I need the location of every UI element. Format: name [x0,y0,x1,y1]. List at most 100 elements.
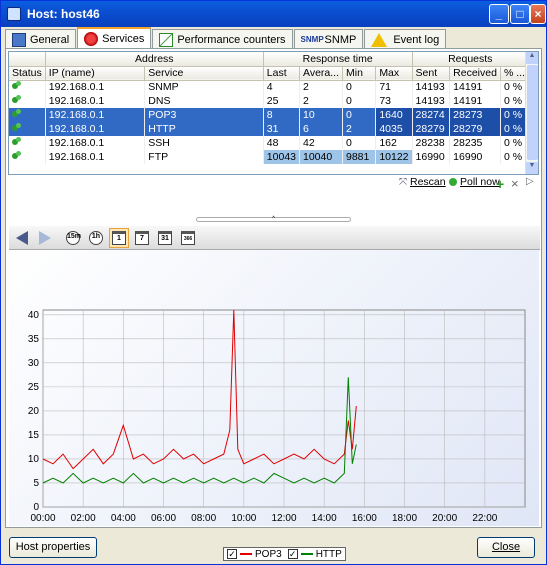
close-button[interactable]: Close [477,537,535,558]
legend-http-label: HTTP [315,548,342,560]
table-row[interactable]: 192.168.0.1 SNMP 4 2 0 71 14193 14191 0 … [9,80,530,94]
min-cell: 0 [342,136,377,150]
rescan-label: Rescan [410,176,446,188]
chart-legend: ✓ POP3 ✓ HTTP [223,547,346,561]
table-row-selected[interactable]: 192.168.0.1 POP3 8 10 0 1640 28274 28273… [9,108,530,122]
min-cell: 0 [342,80,377,94]
column-header-received[interactable]: Received [449,66,501,81]
tab-label: General [30,33,70,46]
poll-icon [449,178,457,186]
tab-general[interactable]: General [5,29,77,49]
table-row[interactable]: 192.168.0.1 FTP 10043 10040 9881 10122 1… [9,150,530,164]
forward-arrow-icon[interactable] [35,228,55,248]
add-icon[interactable]: + [496,176,504,192]
tab-label: Event log [393,33,440,46]
range-15m-button[interactable]: 15m [63,228,83,248]
tab-label: Performance counters [177,33,286,46]
x-tick-label: 16:00 [352,513,377,524]
grid-vertical-scrollbar[interactable]: ▲ ▼ [525,52,538,174]
edit-icon[interactable]: ▷ [526,176,534,187]
received-cell: 28273 [449,108,501,122]
sent-cell: 28238 [412,136,451,150]
group-header-requests[interactable]: Requests [412,52,530,67]
column-header-sent[interactable]: Sent [412,66,451,81]
column-header-average[interactable]: Avera... [299,66,343,81]
scroll-up-arrow-icon[interactable]: ▲ [526,52,538,64]
column-header-ip[interactable]: IP (name) [45,66,146,81]
rescan-icon: ⤧ [399,176,407,188]
x-tick-label: 02:00 [71,513,96,524]
tab-event-log[interactable]: Event log [364,29,447,49]
table-row[interactable]: 192.168.0.1 DNS 25 2 0 73 14193 14191 0 … [9,94,530,108]
group-header-address[interactable]: Address [45,52,264,67]
tab-snmp[interactable]: SNMP SNMP [293,29,364,49]
panel-splitter[interactable]: ^ [196,216,351,222]
x-tick-label: 12:00 [271,513,296,524]
table-row[interactable]: 192.168.0.1 SSH 48 42 0 162 28238 28235 … [9,136,530,150]
range-366day-button[interactable]: 366 [178,228,198,248]
column-header-service[interactable]: Service [144,66,264,81]
avg-cell: 42 [299,136,343,150]
received-cell: 14191 [449,80,501,94]
x-tick-label: 08:00 [191,513,216,524]
column-header-max[interactable]: Max [375,66,413,81]
response-time-chart[interactable]: 0 5 10 15 20 25 30 35 40 00:00 02:00 04:00 06:00 08:0… [9,250,539,561]
series-line-http [42,377,357,484]
x-tick-label: 20:00 [432,513,457,524]
minimize-button[interactable]: _ [489,4,509,24]
calendar-7-icon: 7 [135,230,149,245]
y-tick-label: 15 [28,430,40,441]
tab-label: SNMP [324,33,357,46]
column-header-min[interactable]: Min [342,66,377,81]
x-tick-label: 10:00 [231,513,256,524]
sent-cell: 28279 [412,122,451,136]
gears-icon [84,32,99,46]
tab-performance-counters[interactable]: Performance counters [152,29,293,49]
avg-cell: 2 [299,80,343,94]
ip-cell: 192.168.0.1 [45,122,146,136]
scroll-thumb[interactable] [527,65,538,160]
range-7day-button[interactable]: 7 [132,228,152,248]
range-1day-button[interactable]: 1 [109,227,129,248]
avg-cell: 10 [299,108,343,122]
status-cell [9,80,46,94]
http-checkbox[interactable]: ✓ [287,549,298,559]
delete-icon[interactable]: × [511,176,519,191]
service-cell: HTTP [144,122,264,136]
max-cell: 73 [375,94,413,108]
pop3-checkbox[interactable]: ✓ [227,549,237,559]
ip-cell: 192.168.0.1 [45,94,146,108]
maximize-button[interactable]: □ [510,4,530,24]
poll-now-button[interactable]: Poll now [449,176,500,188]
http-swatch [300,553,313,555]
column-header-last[interactable]: Last [263,66,301,81]
x-tick-label: 18:00 [392,513,417,524]
group-header-response-time[interactable]: Response time [263,52,413,67]
table-row-selected[interactable]: 192.168.0.1 HTTP 31 6 2 4035 28279 28279… [9,122,530,136]
max-cell: 4035 [375,122,413,136]
services-grid[interactable]: Address Response time Requests Status IP… [8,51,539,175]
tab-bar: General Services Performance counters SN… [5,27,447,49]
tab-services[interactable]: Services [77,27,152,49]
scroll-down-arrow-icon[interactable]: ▼ [526,162,538,174]
y-tick-label: 10 [28,454,40,465]
rescan-button[interactable]: ⤧ Rescan [399,176,446,188]
min-cell: 0 [342,108,377,122]
column-header-status[interactable]: Status [9,66,46,81]
host-properties-label: Host properties [15,541,91,553]
calendar-31-icon: 31 [158,230,172,245]
back-arrow-icon[interactable] [12,228,32,248]
service-cell: FTP [144,150,264,164]
range-1h-button[interactable]: 1h [86,228,106,248]
ip-cell: 192.168.0.1 [45,108,146,122]
host-properties-button[interactable]: Host properties [9,537,97,558]
window-title: Host: host46 [27,7,100,21]
range-31day-button[interactable]: 31 [155,228,175,248]
close-window-button[interactable]: × [530,4,546,24]
ip-cell: 192.168.0.1 [45,136,146,150]
min-cell: 0 [342,94,377,108]
received-cell: 28235 [449,136,501,150]
title-bar[interactable]: Host: host46 _ □ × [1,1,546,27]
service-cell: DNS [144,94,264,108]
status-cell [9,150,46,164]
